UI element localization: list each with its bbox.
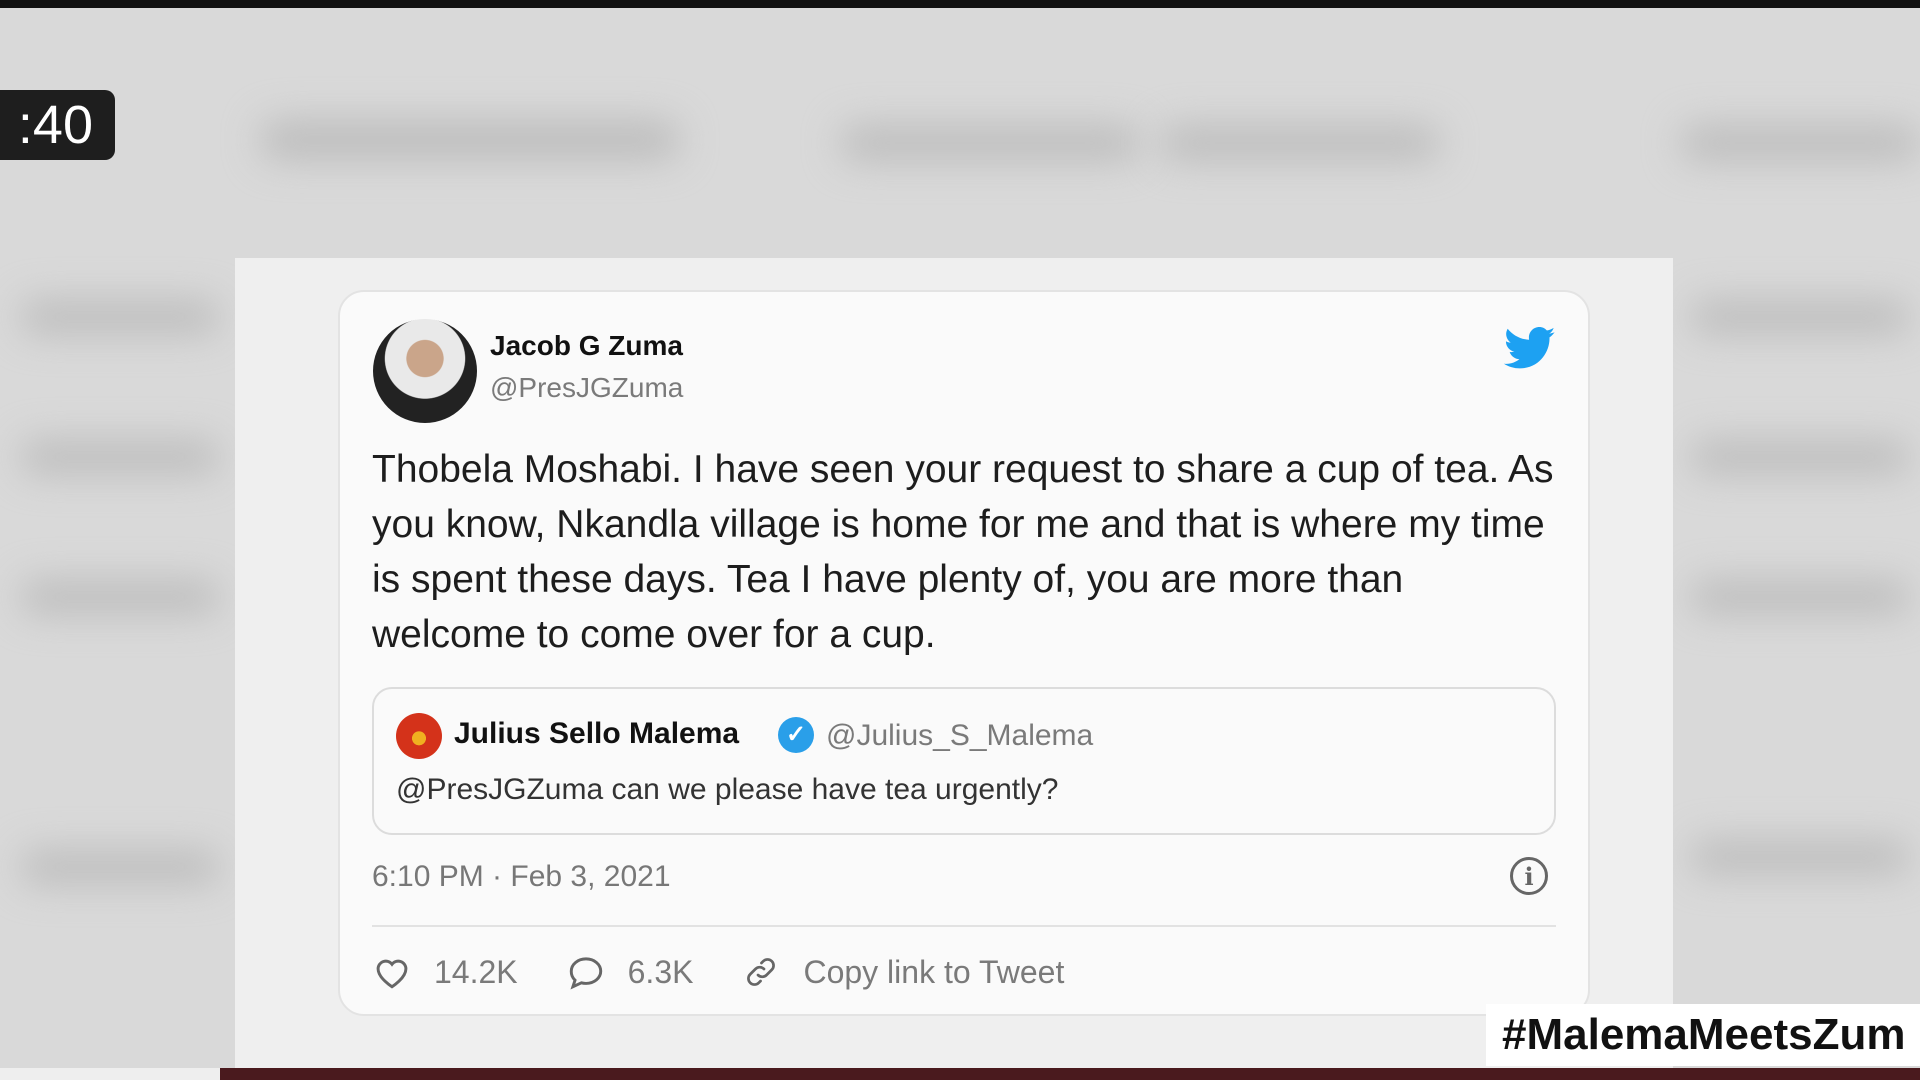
- tweet-actions: 14.2K 6.3K Copy link to Tweet: [372, 942, 1112, 1002]
- verified-badge-icon: ✓: [778, 717, 814, 753]
- copy-link-button[interactable]: Copy link to Tweet: [741, 954, 1064, 991]
- bottom-left-strip: [0, 1068, 220, 1080]
- divider: [372, 925, 1556, 927]
- quoted-author-handle: @Julius_S_Malema: [826, 719, 1094, 752]
- bottom-ticker-bar: [220, 1068, 1920, 1080]
- reply-count: 6.3K: [627, 953, 694, 990]
- video-timer: :40: [0, 90, 115, 160]
- tweet-card: Jacob G Zuma @PresJGZuma Thobela Moshabi…: [338, 290, 1590, 1016]
- reply-button[interactable]: 6.3K: [566, 953, 694, 991]
- tweet-timestamp[interactable]: 6:10 PM · Feb 3, 2021: [372, 860, 671, 894]
- like-button[interactable]: 14.2K: [372, 954, 518, 991]
- link-icon: [747, 958, 776, 986]
- twitter-bird-icon[interactable]: [1500, 322, 1560, 374]
- quoted-author-avatar: [396, 713, 442, 759]
- author-avatar[interactable]: [373, 319, 477, 423]
- author-name[interactable]: Jacob G Zuma: [490, 330, 683, 362]
- quoted-author-name: Julius Sello Malema: [454, 717, 740, 750]
- like-count: 14.2K: [434, 953, 518, 990]
- info-icon[interactable]: i: [1510, 857, 1548, 895]
- author-handle[interactable]: @PresJGZuma: [490, 372, 683, 404]
- quoted-tweet-text: @PresJGZuma can we please have tea urgen…: [396, 773, 1059, 806]
- reply-icon: [569, 957, 602, 990]
- hashtag-banner: #MalemaMeetsZum: [1486, 1004, 1920, 1066]
- copy-link-label: Copy link to Tweet: [803, 953, 1065, 990]
- tweet-text: Thobela Moshabi. I have seen your reques…: [372, 448, 1554, 656]
- quoted-tweet[interactable]: Julius Sello Malema ✓ @Julius_S_Malema @…: [372, 687, 1556, 835]
- heart-icon: [376, 959, 408, 989]
